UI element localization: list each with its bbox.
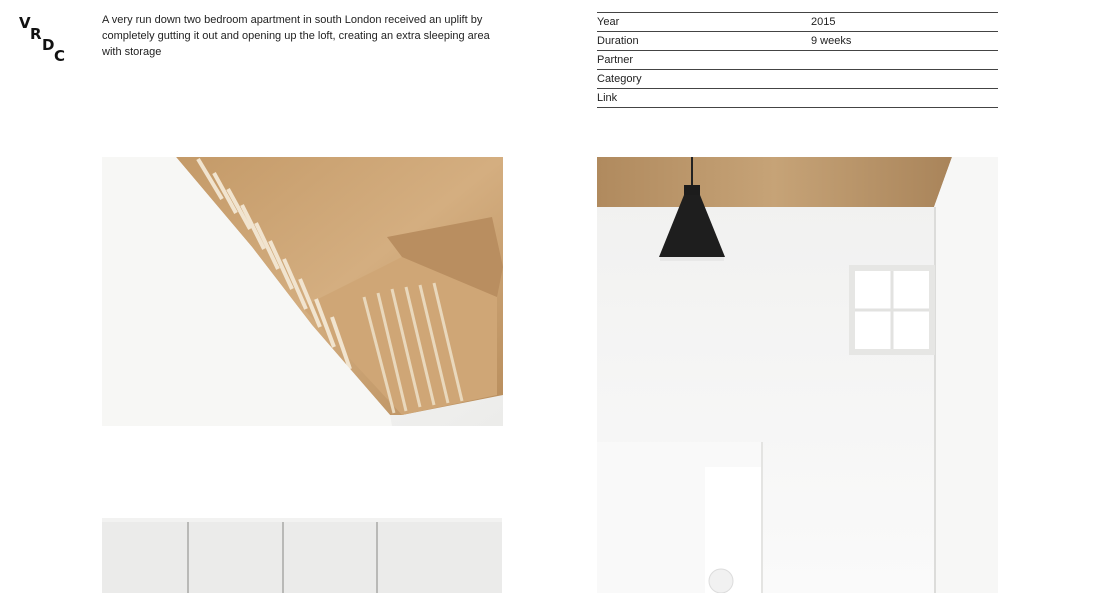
vrdc-logo[interactable]: V R D C xyxy=(17,14,69,66)
project-description: A very run down two bedroom apartment in… xyxy=(102,14,490,58)
storage-wall-photo[interactable] xyxy=(102,518,502,593)
meta-row-year: Year 2015 xyxy=(597,13,998,32)
logo-letter-r: R xyxy=(30,25,42,43)
meta-label: Partner xyxy=(597,54,634,66)
meta-row-link[interactable]: Link xyxy=(597,89,998,108)
meta-label: Link xyxy=(597,92,618,104)
loft-image xyxy=(597,157,998,593)
logo-letter-c: C xyxy=(54,47,66,65)
storage-image xyxy=(102,518,502,593)
meta-label: Year xyxy=(597,16,620,28)
meta-label: Category xyxy=(597,73,642,85)
meta-label: Duration xyxy=(597,35,639,47)
meta-row-partner: Partner xyxy=(597,51,998,70)
logo-letter-d: D xyxy=(42,36,55,54)
project-meta-table: Year 2015 Duration 9 weeks Partner Categ… xyxy=(597,12,998,108)
logo-letter-v: V xyxy=(19,14,31,32)
meta-value: 9 weeks xyxy=(811,35,852,47)
pendant-lamp-loft-photo[interactable] xyxy=(597,157,998,593)
staircase-image xyxy=(102,157,503,426)
meta-value: 2015 xyxy=(811,16,836,28)
meta-row-category: Category xyxy=(597,70,998,89)
plywood-staircase-photo[interactable] xyxy=(102,157,503,426)
meta-row-duration: Duration 9 weeks xyxy=(597,32,998,51)
